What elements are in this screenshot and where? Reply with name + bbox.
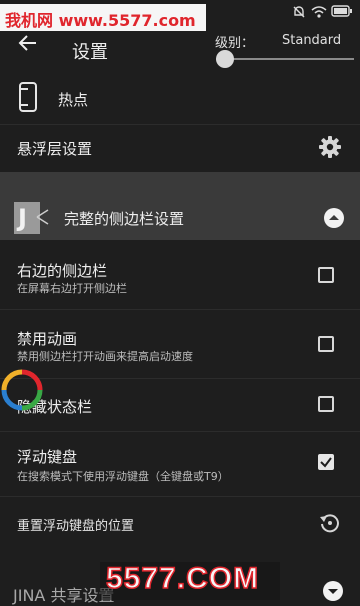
phone-icon: [19, 82, 37, 112]
setting-row-floating-keyboard[interactable]: 浮动键盘 在搜索模式下使用浮动键盘（全键盘或T9）: [0, 432, 360, 496]
section-header[interactable]: J 完整的侧边栏设置: [0, 172, 360, 240]
watermark-ring-icon: [1, 369, 43, 411]
watermark-text: 我机网 www.5577.com: [5, 11, 196, 30]
mute-icon: [293, 6, 305, 18]
watermark-bottom-text: 5577.COM: [105, 561, 260, 596]
setting-subtitle: 在搜索模式下使用浮动键盘（全键盘或T9）: [17, 470, 229, 483]
expand-icon[interactable]: [322, 580, 344, 602]
battery-icon: [331, 5, 352, 17]
reset-label: 重置浮动键盘的位置: [17, 519, 135, 534]
reset-icon[interactable]: [319, 512, 341, 534]
setting-title: 禁用动画: [17, 330, 78, 348]
gear-icon[interactable]: [319, 136, 341, 158]
collapse-icon[interactable]: [323, 207, 345, 229]
floating-layer-row[interactable]: 悬浮层设置: [0, 125, 360, 171]
level-label: 级别：: [215, 36, 255, 51]
setting-title: 浮动键盘: [17, 448, 78, 466]
wifi-icon: [311, 6, 327, 18]
setting-title: 右边的侧边栏: [17, 262, 108, 280]
level-value: Standard: [282, 33, 342, 48]
setting-row-disable-animation[interactable]: 禁用动画 禁用侧边栏打开动画来提高启动速度: [0, 310, 360, 378]
app-logo-icon: J: [14, 202, 49, 234]
hotspot-row[interactable]: 热点: [0, 76, 360, 124]
checkbox[interactable]: [318, 396, 334, 412]
setting-row-hide-statusbar[interactable]: 隐藏状态栏: [0, 379, 360, 431]
checkbox[interactable]: [318, 336, 334, 352]
floating-layer-label: 悬浮层设置: [17, 140, 93, 158]
checkbox[interactable]: [318, 267, 334, 283]
slider-thumb[interactable]: [216, 50, 234, 68]
reset-keyboard-row[interactable]: 重置浮动键盘的位置: [0, 497, 360, 547]
setting-row-right-sidebar[interactable]: 右边的侧边栏 在屏幕右边打开侧边栏: [0, 241, 360, 309]
level-slider[interactable]: [216, 50, 354, 68]
setting-subtitle: 禁用侧边栏打开动画来提高启动速度: [17, 350, 193, 363]
check-icon: [320, 457, 332, 468]
checkbox-checked[interactable]: [318, 454, 334, 470]
slider-track: [216, 58, 354, 60]
hotspot-label: 热点: [58, 91, 89, 109]
setting-subtitle: 在屏幕右边打开侧边栏: [17, 282, 127, 295]
back-arrow-icon[interactable]: [17, 33, 39, 53]
page-title: 设置: [72, 42, 108, 63]
section-title: 完整的侧边栏设置: [64, 210, 185, 228]
